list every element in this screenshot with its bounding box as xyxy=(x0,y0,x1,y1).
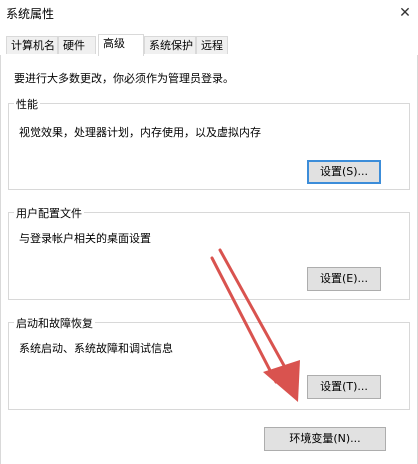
startup-recovery-description: 系统启动、系统故障和调试信息 xyxy=(19,342,173,355)
performance-settings-button[interactable]: 设置(S)... xyxy=(307,160,381,184)
tab-system-protection[interactable]: 系统保护 xyxy=(144,36,196,54)
tab-advanced[interactable]: 高级 xyxy=(98,34,144,56)
close-icon[interactable]: ✕ xyxy=(392,0,418,28)
tab-remote[interactable]: 远程 xyxy=(196,36,228,54)
startup-recovery-settings-button[interactable]: 设置(T)... xyxy=(307,375,381,399)
title-bar: 系统属性 ✕ xyxy=(0,0,418,30)
user-profiles-settings-button[interactable]: 设置(E)... xyxy=(307,267,381,291)
performance-description: 视觉效果，处理器计划，内存使用，以及虚拟内存 xyxy=(19,126,261,139)
window-title: 系统属性 xyxy=(6,7,55,21)
environment-variables-button[interactable]: 环境变量(N)... xyxy=(264,427,386,451)
tab-computer-name[interactable]: 计算机名 xyxy=(6,36,58,54)
performance-group: 性能 视觉效果，处理器计划，内存使用，以及虚拟内存 设置(S)... xyxy=(8,96,410,190)
performance-legend: 性能 xyxy=(14,96,40,112)
user-profiles-description: 与登录帐户相关的桌面设置 xyxy=(19,232,151,245)
startup-recovery-group: 启动和故障恢复 系统启动、系统故障和调试信息 设置(T)... xyxy=(8,315,410,410)
tab-strip: 计算机名 硬件 高级 系统保护 远程 xyxy=(0,34,418,56)
user-profiles-group: 用户配置文件 与登录帐户相关的桌面设置 设置(E)... xyxy=(8,205,410,300)
tab-hardware[interactable]: 硬件 xyxy=(58,36,96,54)
startup-recovery-legend: 启动和故障恢复 xyxy=(14,315,95,331)
user-profiles-legend: 用户配置文件 xyxy=(14,205,84,221)
admin-notice: 要进行大多数更改，你必须作为管理员登录。 xyxy=(14,72,234,85)
